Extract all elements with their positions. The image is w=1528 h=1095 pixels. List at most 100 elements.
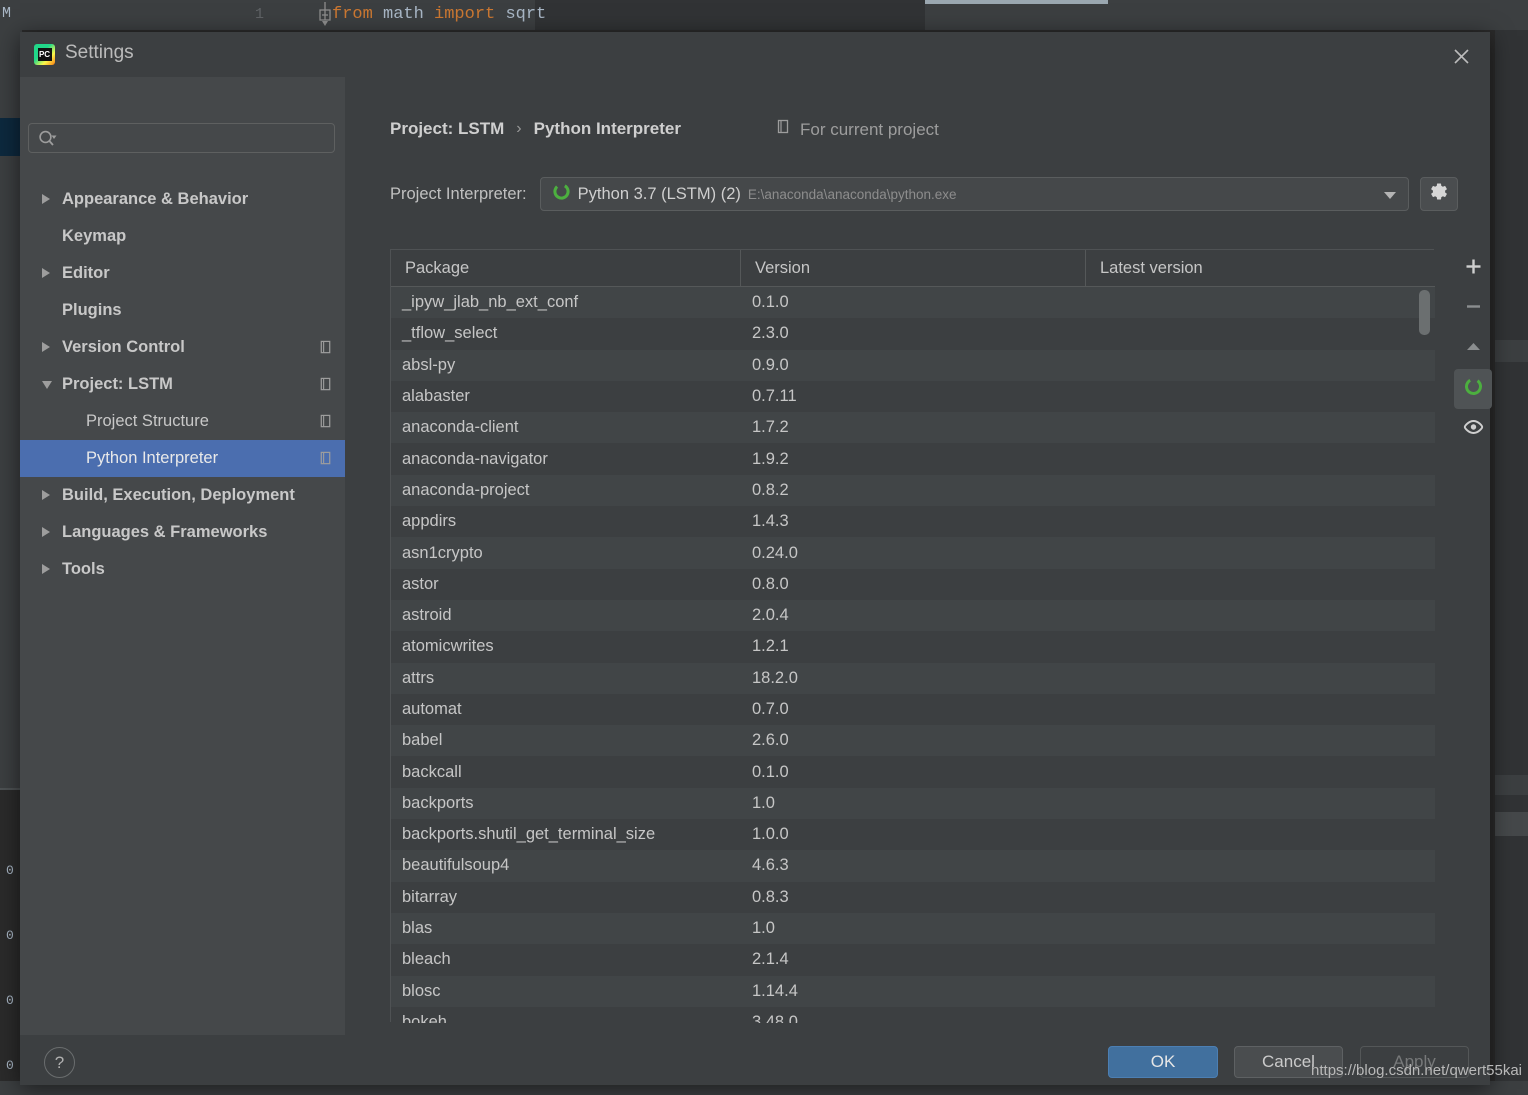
sidebar-item-keymap[interactable]: Keymap	[20, 218, 345, 255]
column-header-version[interactable]: Version	[741, 250, 1086, 286]
chevron-right-icon[interactable]	[42, 268, 50, 278]
sidebar-item-plugins[interactable]: Plugins	[20, 292, 345, 329]
table-row[interactable]: appdirs 1.4.3	[391, 506, 1435, 538]
table-row[interactable]: _ipyw_jlab_nb_ext_conf 0.1.0	[391, 287, 1435, 319]
pycharm-logo-text: PC	[37, 48, 52, 61]
interpreter-select[interactable]: Python 3.7 (LSTM) (2) E:\anaconda\anacon…	[539, 177, 1409, 211]
cell-package: astroid	[402, 606, 452, 625]
sidebar-item-languages-frameworks[interactable]: Languages & Frameworks	[20, 514, 345, 551]
copy-icon[interactable]	[318, 377, 333, 397]
cell-version: 1.0	[752, 919, 775, 938]
sidebar-item-project-lstm[interactable]: Project: LSTM	[20, 366, 345, 403]
table-row[interactable]: blosc 1.14.4	[391, 975, 1435, 1007]
sidebar-item-label: Build, Execution, Deployment	[62, 486, 295, 504]
cell-version: 1.7.2	[752, 418, 789, 437]
table-row[interactable]: atomicwrites 1.2.1	[391, 631, 1435, 663]
help-button[interactable]: ?	[44, 1047, 75, 1078]
cell-package: beautifulsoup4	[402, 856, 510, 875]
right-pane-band	[1495, 340, 1528, 362]
column-header-package[interactable]: Package	[391, 250, 741, 286]
triangle-up-icon	[1464, 337, 1483, 361]
cell-version: 3.48.0	[752, 1012, 798, 1023]
scope-indicator: For current project	[775, 119, 939, 140]
sidebar-item-editor[interactable]: Editor	[20, 255, 345, 292]
chevron-right-icon[interactable]	[42, 490, 50, 500]
table-row[interactable]: anaconda-client 1.7.2	[391, 412, 1435, 444]
table-row[interactable]: backports 1.0	[391, 787, 1435, 820]
copy-icon[interactable]	[318, 451, 333, 471]
sidebar-item-build-execution-deployment[interactable]: Build, Execution, Deployment	[20, 477, 345, 514]
copy-icon[interactable]	[318, 414, 333, 434]
cell-package: appdirs	[402, 512, 457, 531]
table-row[interactable]: bokeh 3.48.0	[391, 1006, 1435, 1023]
sidebar-item-tools[interactable]: Tools	[20, 551, 345, 588]
table-row[interactable]: _tflow_select 2.3.0	[391, 318, 1435, 350]
table-row[interactable]: bleach 2.1.4	[391, 944, 1435, 976]
packages-scroll-area: Package Version Latest version _ipyw_jla…	[391, 250, 1435, 1023]
table-row[interactable]: asn1crypto 0.24.0	[391, 537, 1435, 569]
settings-sidebar: Appearance & Behavior Keymap Editor Plugins…	[20, 77, 345, 1035]
chevron-down-icon[interactable]	[42, 381, 52, 389]
close-icon[interactable]	[1446, 41, 1476, 71]
chevron-right-icon[interactable]	[42, 194, 50, 204]
cell-package: automat	[402, 700, 462, 718]
ok-button[interactable]: OK	[1108, 1046, 1218, 1078]
code-keyword-import: import	[434, 5, 496, 24]
eye-icon	[1463, 419, 1484, 440]
code-fold-icon[interactable]	[319, 2, 331, 28]
remove-package-button[interactable]	[1454, 289, 1492, 329]
table-row[interactable]: astor 0.8.0	[391, 568, 1435, 600]
table-row[interactable]: automat 0.7.0	[391, 693, 1435, 726]
show-early-releases-button[interactable]	[1454, 409, 1492, 449]
upgrade-package-button[interactable]	[1454, 329, 1492, 369]
sidebar-item-version-control[interactable]: Version Control	[20, 329, 345, 366]
table-row[interactable]: beautifulsoup4 4.6.3	[391, 850, 1435, 882]
table-row[interactable]: absl-py 0.9.0	[391, 349, 1435, 381]
interpreter-row: Project Interpreter: Python 3.7 (LSTM) (…	[390, 177, 1458, 211]
breadcrumb-separator: ›	[516, 120, 522, 137]
table-row[interactable]: backcall 0.1.0	[391, 756, 1435, 788]
table-row[interactable]: bitarray 0.8.3	[391, 881, 1435, 913]
sidebar-item-label: Tools	[62, 560, 105, 578]
table-row[interactable]: anaconda-navigator 1.9.2	[391, 443, 1435, 475]
breadcrumb-root[interactable]: Project: LSTM	[390, 119, 504, 139]
sidebar-item-appearance-behavior[interactable]: Appearance & Behavior	[20, 181, 345, 218]
package-toolbar	[1454, 249, 1492, 449]
scrollbar-thumb[interactable]	[1419, 290, 1430, 335]
cell-package: babel	[402, 731, 443, 750]
settings-search[interactable]	[28, 123, 335, 153]
table-row[interactable]: attrs 18.2.0	[391, 662, 1435, 694]
sidebar-item-label: Plugins	[62, 301, 122, 319]
chevron-right-icon[interactable]	[42, 342, 50, 352]
column-header-latest-version[interactable]: Latest version	[1086, 250, 1434, 286]
table-row[interactable]: babel 2.6.0	[391, 725, 1435, 757]
add-package-button[interactable]	[1454, 249, 1492, 289]
sidebar-item-project-structure[interactable]: Project Structure	[20, 403, 345, 440]
table-row[interactable]: anaconda-project 0.8.2	[391, 474, 1435, 507]
cell-version: 0.7.0	[752, 700, 789, 718]
code-line-1[interactable]: from math import sqrt	[332, 5, 546, 24]
code-keyword-from: from	[332, 5, 373, 24]
cell-package: backports.shutil_get_terminal_size	[402, 825, 656, 844]
refresh-button[interactable]	[1454, 369, 1492, 409]
sidebar-item-python-interpreter[interactable]: Python Interpreter	[20, 440, 345, 477]
table-row[interactable]: astroid 2.0.4	[391, 599, 1435, 632]
scope-label: For current project	[800, 119, 939, 139]
packages-scrollbar[interactable]	[1419, 290, 1430, 1020]
chevron-right-icon[interactable]	[42, 527, 50, 537]
table-row[interactable]: alabaster 0.7.11	[391, 380, 1435, 413]
chevron-right-icon[interactable]	[42, 564, 50, 574]
copy-icon[interactable]	[318, 340, 333, 360]
table-row[interactable]: backports.shutil_get_terminal_size 1.0.0	[391, 819, 1435, 851]
settings-tree: Appearance & Behavior Keymap Editor Plugins…	[20, 181, 345, 588]
cell-version: 2.3.0	[752, 324, 789, 343]
chevron-down-icon[interactable]	[1383, 192, 1396, 199]
right-pane-band	[1495, 812, 1528, 836]
cell-version: 1.0	[752, 793, 775, 812]
table-row[interactable]: blas 1.0	[391, 912, 1435, 945]
dialog-title: Settings	[65, 42, 134, 63]
cell-package: blas	[402, 919, 433, 938]
python-env-icon	[552, 182, 571, 206]
search-input[interactable]	[65, 124, 330, 152]
interpreter-settings-button[interactable]	[1419, 177, 1458, 211]
